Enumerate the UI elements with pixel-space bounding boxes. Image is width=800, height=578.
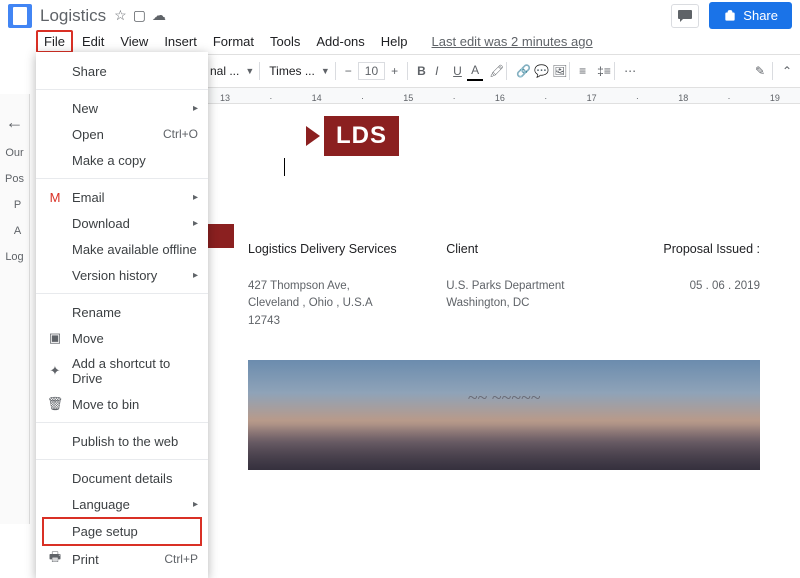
menu-version-history[interactable]: Version history▸	[36, 262, 208, 288]
font-size[interactable]: 10	[358, 62, 385, 80]
outline-item[interactable]: Pos	[5, 173, 24, 185]
address-line: Cleveland , Ohio , U.S.A	[248, 295, 446, 312]
hero-image: ~~ ~~~~~	[248, 360, 760, 470]
print-icon: 🖶	[46, 548, 64, 570]
menu-share[interactable]: Share	[36, 58, 208, 84]
outline-item[interactable]: Our	[5, 147, 23, 159]
cloud-status-icon: ☁	[152, 7, 166, 24]
proposal-date: 05 . 06 . 2019	[611, 278, 760, 295]
style-dropdown[interactable]: nal ...	[206, 62, 243, 80]
menu-insert[interactable]: Insert	[157, 31, 204, 52]
address-line: 12743	[248, 313, 446, 330]
comment-button[interactable]: 💬	[530, 62, 546, 80]
toolbar: nal ...▼ Times ...▼ − 10 + B I U A 🖍 🔗 💬…	[200, 54, 800, 88]
outline-sidebar: ← Our Pos P A Log	[0, 94, 30, 524]
trash-icon: 🗑	[46, 396, 64, 412]
menu-print[interactable]: 🖶PrintCtrl+P	[36, 546, 208, 572]
file-menu-dropdown: Share New▸ OpenCtrl+O Make a copy MEmail…	[36, 52, 208, 578]
menu-edit[interactable]: Edit	[75, 31, 111, 52]
menu-view[interactable]: View	[113, 31, 155, 52]
menu-tools[interactable]: Tools	[263, 31, 307, 52]
menu-help[interactable]: Help	[374, 31, 415, 52]
image-button[interactable]: 🖼	[548, 62, 564, 80]
share-button[interactable]: Share	[709, 2, 792, 29]
menu-offline[interactable]: Make available offline	[36, 236, 208, 262]
column-heading: Logistics Delivery Services	[248, 242, 446, 256]
move-folder-icon[interactable]: ▢	[133, 7, 146, 24]
docs-logo-icon[interactable]	[8, 4, 32, 28]
menu-new[interactable]: New▸	[36, 95, 208, 121]
back-arrow-icon[interactable]: ←	[6, 112, 24, 133]
menu-move-to-bin[interactable]: 🗑Move to bin	[36, 391, 208, 417]
text-cursor	[284, 158, 285, 176]
link-button[interactable]: 🔗	[512, 62, 528, 80]
align-button[interactable]: ≡	[575, 62, 591, 80]
share-label: Share	[743, 8, 778, 23]
outline-item[interactable]: P	[8, 199, 21, 211]
client-line: U.S. Parks Department	[446, 278, 611, 295]
menu-document-details[interactable]: Document details	[36, 465, 208, 491]
column-heading: Proposal Issued :	[611, 242, 760, 256]
client-line: Washington, DC	[446, 295, 611, 312]
menu-move[interactable]: ▣Move	[36, 325, 208, 351]
menu-language[interactable]: Language▸	[36, 491, 208, 517]
outline-item[interactable]: A	[8, 225, 21, 237]
menu-bar: File Edit View Insert Format Tools Add-o…	[0, 28, 800, 54]
document-canvas[interactable]: LDS Logistics Delivery Services 427 Thom…	[208, 104, 800, 490]
underline-button[interactable]: U	[449, 62, 465, 80]
menu-email[interactable]: MEmail▸	[36, 184, 208, 210]
gmail-icon: M	[46, 190, 64, 205]
italic-button[interactable]: I	[431, 62, 447, 80]
address-line: 427 Thompson Ave,	[248, 278, 446, 295]
editing-mode-button[interactable]: ✎	[751, 62, 767, 80]
font-size-increase[interactable]: +	[387, 62, 402, 80]
bold-button[interactable]: B	[413, 62, 429, 80]
highlight-button[interactable]: 🖍	[485, 62, 501, 80]
comments-button[interactable]	[671, 4, 699, 28]
menu-page-setup[interactable]: Page setup	[42, 517, 202, 546]
font-size-decrease[interactable]: −	[341, 62, 356, 80]
folder-move-icon: ▣	[46, 330, 64, 346]
menu-publish-web[interactable]: Publish to the web	[36, 428, 208, 454]
company-logo: LDS	[306, 116, 399, 156]
menu-format[interactable]: Format	[206, 31, 261, 52]
line-spacing-button[interactable]: ‡≡	[593, 62, 609, 80]
outline-item[interactable]: Log	[5, 251, 23, 263]
last-edit-link[interactable]: Last edit was 2 minutes ago	[425, 31, 600, 52]
decorative-block	[208, 224, 234, 248]
more-button[interactable]: ⋯	[620, 62, 640, 80]
menu-add-shortcut[interactable]: ✦Add a shortcut to Drive	[36, 351, 208, 391]
drive-shortcut-icon: ✦	[46, 363, 64, 379]
expand-button[interactable]: ⌃	[778, 62, 794, 80]
menu-rename[interactable]: Rename	[36, 299, 208, 325]
column-heading: Client	[446, 242, 611, 256]
menu-addons[interactable]: Add-ons	[309, 31, 371, 52]
ruler[interactable]: 13 · 14 · 15 · 16 · 17 · 18 · 19	[200, 88, 800, 104]
menu-download[interactable]: Download▸	[36, 210, 208, 236]
star-icon[interactable]: ☆	[114, 7, 127, 24]
menu-open[interactable]: OpenCtrl+O	[36, 121, 208, 147]
menu-make-copy[interactable]: Make a copy	[36, 147, 208, 173]
font-dropdown[interactable]: Times ...	[265, 62, 319, 80]
text-color-button[interactable]: A	[467, 61, 483, 81]
menu-file[interactable]: File	[36, 30, 73, 53]
document-title[interactable]: Logistics	[40, 6, 106, 26]
